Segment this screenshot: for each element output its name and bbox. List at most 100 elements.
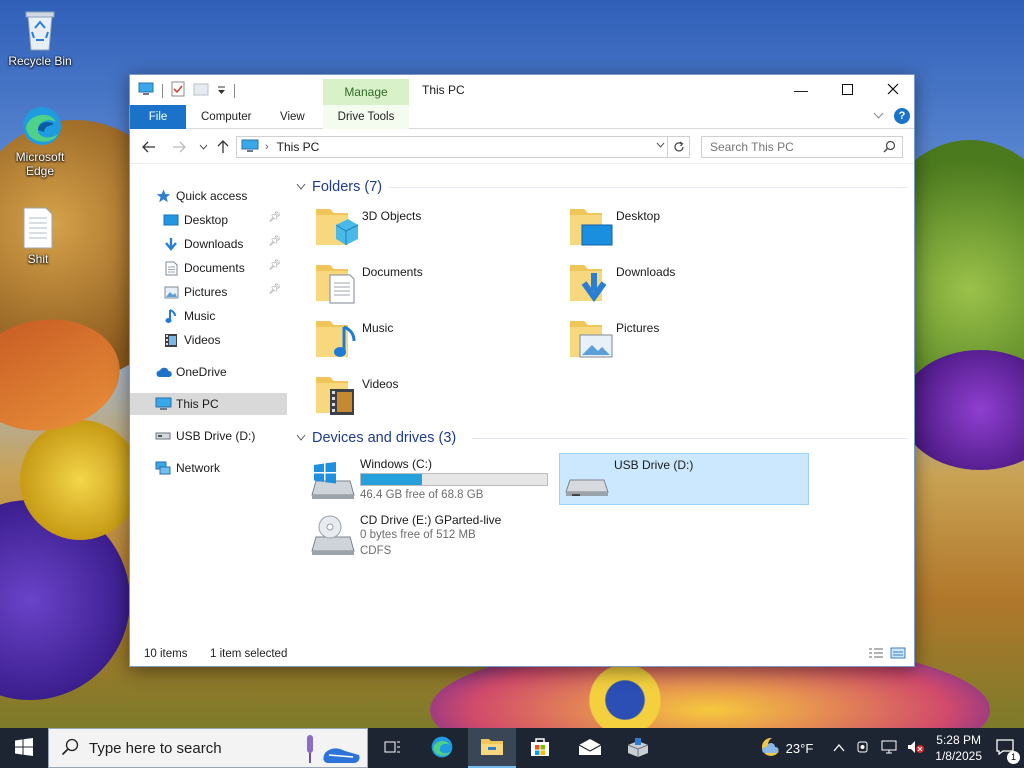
expand-ribbon-icon[interactable]	[873, 111, 884, 122]
folder-tile-desktop[interactable]: Desktop	[568, 201, 818, 253]
weather-moon-icon[interactable]	[758, 735, 782, 762]
sidebar-item-videos[interactable]: Videos	[130, 329, 287, 351]
title-bar[interactable]: Manage This PC —	[130, 75, 914, 105]
close-icon	[887, 82, 899, 98]
sidebar-item-label: Pictures	[184, 285, 228, 299]
drive-tile-cd-e[interactable]: CD Drive (E:) GParted-live 0 bytes free …	[306, 509, 556, 561]
up-button[interactable]	[214, 138, 232, 156]
breadcrumb[interactable]: This PC	[277, 140, 320, 154]
sidebar-item-music[interactable]: Music	[130, 305, 287, 327]
pin-icon: 📌︎	[268, 284, 281, 295]
sidebar-item-desktop[interactable]: Desktop 📌︎	[130, 209, 287, 231]
drive-name: CD Drive (E:) GParted-live	[360, 513, 502, 527]
sidebar-item-onedrive[interactable]: OneDrive	[130, 361, 287, 383]
recent-locations-button[interactable]	[194, 138, 212, 156]
folder-tile-videos[interactable]: Videos	[314, 369, 564, 421]
close-button[interactable]	[870, 75, 916, 105]
volume-muted-icon[interactable]	[907, 740, 925, 757]
weather-temperature[interactable]: 23°F	[786, 741, 814, 756]
sidebar-item-label: Desktop	[184, 213, 229, 227]
sidebar-item-downloads[interactable]: Downloads 📌︎	[130, 233, 287, 255]
status-bar: 10 items 1 item selected	[130, 642, 914, 666]
drive-free-space: 46.4 GB free of 68.8 GB	[360, 489, 484, 501]
tab-file[interactable]: File	[130, 105, 186, 129]
help-icon[interactable]: ?	[894, 108, 910, 124]
tab-manage[interactable]: Manage	[323, 79, 409, 105]
music-note-icon	[162, 308, 180, 324]
recycle-bin-icon	[20, 8, 60, 52]
address-bar[interactable]: › This PC	[236, 136, 690, 158]
desktop-icon-label: Recycle Bin	[8, 54, 72, 68]
new-folder-icon[interactable]	[193, 82, 209, 99]
star-icon	[154, 188, 172, 204]
taskbar-mail[interactable]	[566, 728, 614, 768]
clock-date: 1/8/2025	[935, 749, 982, 763]
taskbar-edge[interactable]	[418, 728, 466, 768]
content-pane: Folders (7) 3D Objects Desktop Documents…	[292, 171, 914, 641]
taskbar-installer[interactable]	[614, 728, 662, 768]
refresh-button[interactable]	[667, 137, 689, 157]
folder-tile-pictures[interactable]: Pictures	[568, 313, 818, 365]
group-header-label: Devices and drives (3)	[312, 430, 457, 446]
taskbar-search-input[interactable]	[89, 739, 299, 757]
taskbar-search-box[interactable]	[48, 728, 368, 768]
tab-drive-tools[interactable]: Drive Tools	[323, 105, 409, 129]
drive-tile-usb-d[interactable]: USB Drive (D:)	[559, 453, 809, 505]
system-tray: 23°F 5:28 PM 1/8/2025 1	[758, 728, 1024, 768]
desktop-icon-label: Shit	[27, 252, 49, 266]
folder-tile-music[interactable]: Music	[314, 313, 564, 365]
customize-qat-icon[interactable]	[217, 84, 226, 98]
sidebar-item-label: Music	[184, 309, 216, 323]
music-folder-icon	[314, 313, 360, 361]
sidebar-item-network[interactable]: Network	[130, 457, 287, 479]
large-icons-view-icon[interactable]	[890, 647, 906, 662]
back-button[interactable]	[140, 138, 158, 156]
sidebar-item-pictures[interactable]: Pictures 📌︎	[130, 281, 287, 303]
sidebar-item-documents[interactable]: Documents 📌︎	[130, 257, 287, 279]
desktop-icon-recycle-bin[interactable]: Recycle Bin	[2, 8, 78, 68]
group-header-devices[interactable]: Devices and drives (3)	[296, 428, 908, 448]
3d-objects-folder-icon	[314, 201, 360, 249]
taskbar-store[interactable]	[516, 728, 564, 768]
minimize-button[interactable]: —	[778, 75, 824, 105]
folder-tile-downloads[interactable]: Downloads	[568, 257, 818, 309]
forward-button[interactable]	[170, 138, 188, 156]
folder-tile-3d-objects[interactable]: 3D Objects	[314, 201, 564, 253]
clock[interactable]: 5:28 PM 1/8/2025	[935, 732, 982, 764]
ribbon-tabs: File Computer View Drive Tools	[130, 105, 914, 129]
start-button[interactable]	[0, 728, 48, 768]
maximize-button[interactable]	[824, 75, 870, 105]
status-item-count: 10 items	[144, 648, 188, 660]
meet-now-icon[interactable]	[855, 740, 871, 757]
folder-name: 3D Objects	[362, 209, 422, 223]
taskbar-task-view[interactable]	[368, 728, 416, 768]
details-view-icon[interactable]	[868, 647, 884, 662]
sidebar-item-usb-drive[interactable]: USB Drive (D:)	[130, 425, 287, 447]
chevron-up-icon[interactable]	[833, 741, 845, 755]
window-title: This PC	[422, 83, 465, 97]
desktop-icon-edge[interactable]: Microsoft Edge	[2, 104, 78, 178]
tab-computer[interactable]: Computer	[191, 105, 262, 129]
desktop-folder-icon	[568, 201, 614, 249]
documents-icon	[162, 260, 180, 276]
taskbar-file-explorer[interactable]	[468, 728, 516, 768]
folder-name: Music	[362, 321, 394, 335]
view-switcher	[868, 647, 906, 662]
desktop-icon-text-file[interactable]: Shit	[0, 206, 76, 266]
tab-view[interactable]: View	[270, 105, 315, 129]
sidebar-item-quick-access[interactable]: Quick access	[130, 185, 287, 207]
pictures-icon	[162, 284, 180, 300]
address-dropdown-icon[interactable]	[656, 140, 665, 151]
network-icon[interactable]	[881, 740, 897, 757]
search-input[interactable]	[702, 137, 872, 157]
sidebar-item-this-pc[interactable]: This PC	[130, 393, 287, 415]
folder-name: Videos	[362, 377, 399, 391]
search-box[interactable]	[701, 136, 903, 158]
drive-tile-windows-c[interactable]: Windows (C:) 46.4 GB free of 68.8 GB	[306, 453, 556, 505]
group-header-folders[interactable]: Folders (7)	[296, 177, 908, 197]
collapse-chevron-icon	[296, 182, 306, 193]
properties-icon[interactable]	[171, 81, 185, 100]
notification-center-button[interactable]: 1	[994, 738, 1020, 764]
navigation-bar: › This PC	[130, 130, 914, 164]
folder-tile-documents[interactable]: Documents	[314, 257, 564, 309]
